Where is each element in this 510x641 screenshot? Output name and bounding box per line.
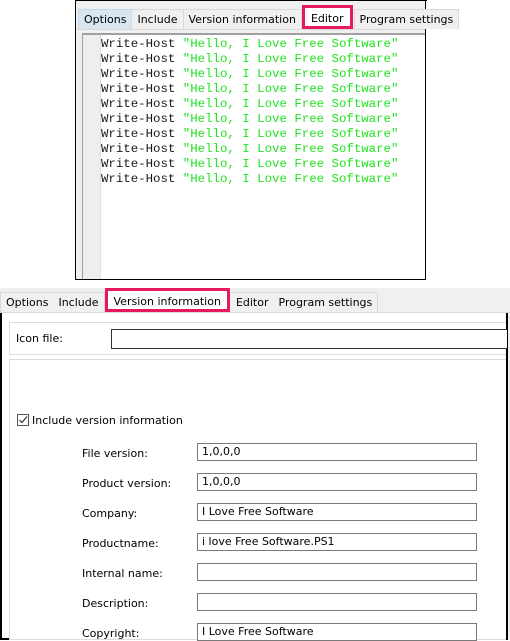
include-version-label[interactable]: Include version information [32,414,183,427]
code-string: "Hello, I Love Free Software" [182,172,399,186]
code-line[interactable]: Write-Host "Hello, I Love Free Software" [101,67,425,82]
code-string: "Hello, I Love Free Software" [182,97,399,111]
productname-input[interactable]: i love Free Software.PS1 [197,533,477,551]
code-command: Write-Host [101,37,176,51]
checkmark-icon [19,416,28,424]
code-string: "Hello, I Love Free Software" [182,67,399,81]
code-line[interactable]: Write-Host "Hello, I Love Free Software" [101,52,425,67]
tab-divider [76,29,425,30]
tab-version-information[interactable]: Version information [182,9,302,29]
code-string: "Hello, I Love Free Software" [182,52,399,66]
window-border [75,0,427,1]
version-info-page: Icon file: Include version information F… [0,313,508,641]
code-content[interactable]: Write-Host "Hello, I Love Free Software"… [101,37,425,187]
tab-options[interactable]: Options [0,292,55,312]
file-version-input[interactable]: 1,0,0,0 [197,443,477,461]
copyright-label: Copyright: [82,627,140,640]
company-label: Company: [82,507,138,520]
code-string: "Hello, I Love Free Software" [182,157,399,171]
file-version-label: File version: [82,447,148,460]
code-line[interactable]: Write-Host "Hello, I Love Free Software" [101,82,425,97]
tab-program-settings[interactable]: Program settings [273,292,379,312]
code-string: "Hello, I Love Free Software" [182,112,399,126]
code-command: Write-Host [101,127,176,141]
copyright-input[interactable]: I Love Free Software [197,623,477,641]
tab-include[interactable]: Include [53,292,105,312]
description-label: Description: [82,597,149,610]
code-command: Write-Host [101,112,176,126]
code-command: Write-Host [101,82,176,96]
include-version-checkbox[interactable] [17,414,29,426]
description-input[interactable] [197,593,477,611]
code-line[interactable]: Write-Host "Hello, I Love Free Software" [101,112,425,127]
code-line[interactable]: Write-Host "Hello, I Love Free Software" [101,127,425,142]
version-info-window: Options Include Version information Edit… [0,288,510,641]
code-command: Write-Host [101,97,176,111]
tab-program-settings[interactable]: Program settings [353,9,460,29]
code-command: Write-Host [101,142,176,156]
internal-name-label: Internal name: [82,567,163,580]
version-group: Include version information File version… [9,359,506,641]
code-string: "Hello, I Love Free Software" [182,82,399,96]
icon-file-label: Icon file: [16,332,63,345]
code-line[interactable]: Write-Host "Hello, I Love Free Software" [101,37,425,52]
icon-file-group: Icon file: [9,322,507,355]
code-command: Write-Host [101,67,176,81]
code-string: "Hello, I Love Free Software" [182,142,399,156]
productname-label: Productname: [82,537,159,550]
code-line[interactable]: Write-Host "Hello, I Love Free Software" [101,142,425,157]
tab-editor[interactable]: Editor [301,5,353,29]
product-version-label: Product version: [82,477,172,490]
internal-name-input[interactable] [197,563,477,581]
code-line[interactable]: Write-Host "Hello, I Love Free Software" [101,172,425,187]
tab-editor[interactable]: Editor [230,292,275,312]
product-version-input[interactable]: 1,0,0,0 [197,473,477,491]
code-editor[interactable]: Write-Host "Hello, I Love Free Software"… [82,33,425,279]
editor-gutter [83,35,101,279]
code-string: "Hello, I Love Free Software" [182,37,399,51]
code-string: "Hello, I Love Free Software" [182,127,399,141]
icon-file-input[interactable] [111,329,507,349]
tab-version-information[interactable]: Version information [104,288,230,312]
top-tab-bar: Options Include Version information Edit… [78,5,460,29]
tab-include[interactable]: Include [131,9,184,29]
code-line[interactable]: Write-Host "Hello, I Love Free Software" [101,157,425,172]
bottom-tab-bar: Options Include Version information Edit… [0,288,510,312]
editor-window: Options Include Version information Edit… [75,0,460,280]
code-command: Write-Host [101,52,176,66]
company-input[interactable]: I Love Free Software [197,503,477,521]
code-command: Write-Host [101,157,176,171]
code-command: Write-Host [101,172,176,186]
code-line[interactable]: Write-Host "Hello, I Love Free Software" [101,97,425,112]
tab-options[interactable]: Options [78,9,133,29]
